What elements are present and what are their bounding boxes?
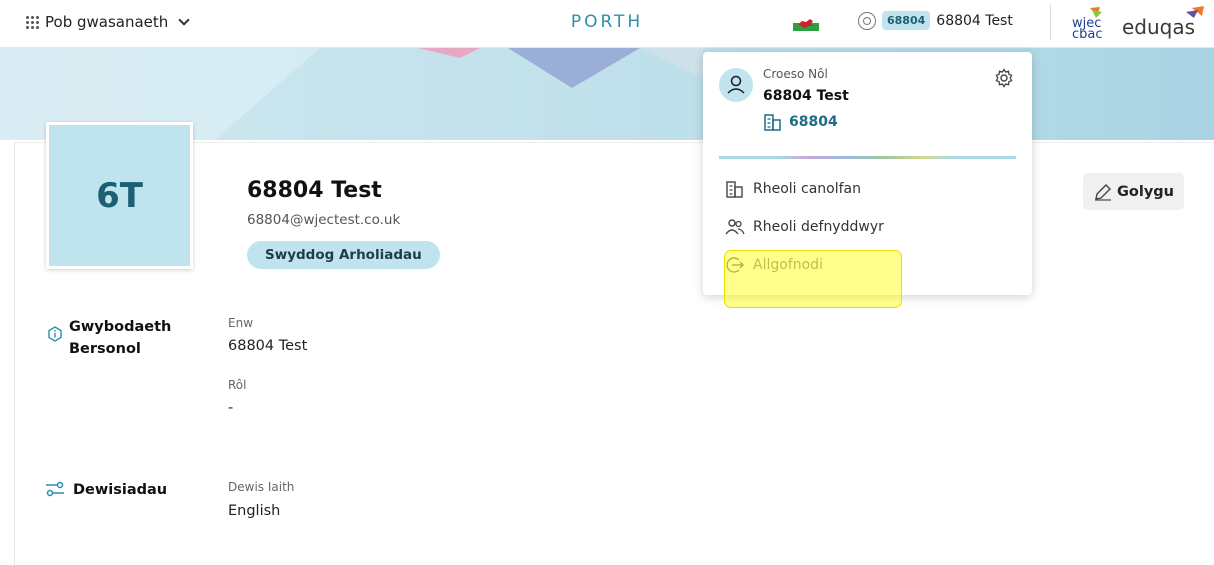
all-services-label: Pob gwasanaeth <box>45 13 169 31</box>
personal-info-title-line1: Gwybodaeth <box>69 319 172 335</box>
edit-button-label: Golygu <box>1117 183 1174 200</box>
dropdown-divider-bar <box>719 156 1016 159</box>
dropdown-user-name: 68804 Test <box>763 88 849 104</box>
role-badge: Swyddog Arholiadau <box>247 241 440 269</box>
language-field-value: English <box>228 503 281 519</box>
cbac-text: cbac <box>1072 27 1103 40</box>
building-icon <box>764 114 781 131</box>
logout-label: Allgofnodi <box>753 257 823 273</box>
personal-info-title-line2: Bersonol <box>69 341 141 357</box>
name-field-label: Enw <box>228 316 254 330</box>
top-bar: Pob gwasanaeth PORTH 68804 68804 Test wj… <box>0 0 1214 48</box>
language-field-label: Dewis Iaith <box>228 480 295 494</box>
grid-icon <box>26 15 39 29</box>
eduqas-text: eduqas <box>1122 15 1195 39</box>
user-icon <box>727 75 745 94</box>
role-field-value: - <box>228 400 234 416</box>
sliders-icon <box>46 481 64 497</box>
profile-card <box>14 142 1214 565</box>
manage-centre-label: Rheoli canolfan <box>753 181 861 197</box>
welsh-flag-icon[interactable] <box>793 15 819 31</box>
dropdown-welcome: Croeso Nôl <box>763 67 828 81</box>
profile-email: 68804@wjectest.co.uk <box>247 212 401 228</box>
profile-name: 68804 Test <box>247 178 382 203</box>
pencil-icon <box>1095 183 1111 201</box>
logout-icon <box>726 257 744 273</box>
personal-info-title: Gwybodaeth Bersonol <box>69 316 171 360</box>
eduqas-logo[interactable]: eduqas <box>1120 4 1214 40</box>
dropdown-centre[interactable]: 68804 <box>763 112 838 132</box>
building-icon <box>726 181 743 198</box>
logout-item[interactable]: Allgofnodi <box>725 255 823 275</box>
manage-users-item[interactable]: Rheoli defnyddwyr <box>725 217 884 237</box>
profile-avatar: 6T <box>46 122 193 269</box>
info-hexagon-icon <box>48 326 62 342</box>
preferences-title: Dewisiadau <box>73 482 168 498</box>
user-dropdown-menu: Croeso Nôl 68804 Test 68804 Rheoli canol… <box>703 52 1032 295</box>
manage-centre-item[interactable]: Rheoli canolfan <box>725 179 861 199</box>
dropdown-avatar <box>719 68 753 102</box>
gear-icon[interactable] <box>994 68 1014 88</box>
manage-users-label: Rheoli defnyddwyr <box>753 219 884 235</box>
wjec-cbac-logo[interactable]: wjec cbac <box>1066 6 1108 40</box>
name-field-value: 68804 Test <box>228 338 308 354</box>
topbar-divider <box>1050 4 1051 40</box>
users-icon <box>725 219 745 235</box>
user-menu-toggle[interactable]: 68804 68804 Test <box>858 11 1013 30</box>
dropdown-centre-code: 68804 <box>789 114 838 130</box>
all-services-menu[interactable]: Pob gwasanaeth <box>26 13 190 31</box>
user-name: 68804 Test <box>936 12 1013 29</box>
role-field-label: Rôl <box>228 378 247 392</box>
edit-button[interactable]: Golygu <box>1083 173 1184 210</box>
brand-title[interactable]: PORTH <box>571 12 643 32</box>
chevron-down-icon <box>178 14 190 26</box>
user-circle-icon <box>858 11 876 30</box>
centre-badge: 68804 <box>882 11 931 30</box>
